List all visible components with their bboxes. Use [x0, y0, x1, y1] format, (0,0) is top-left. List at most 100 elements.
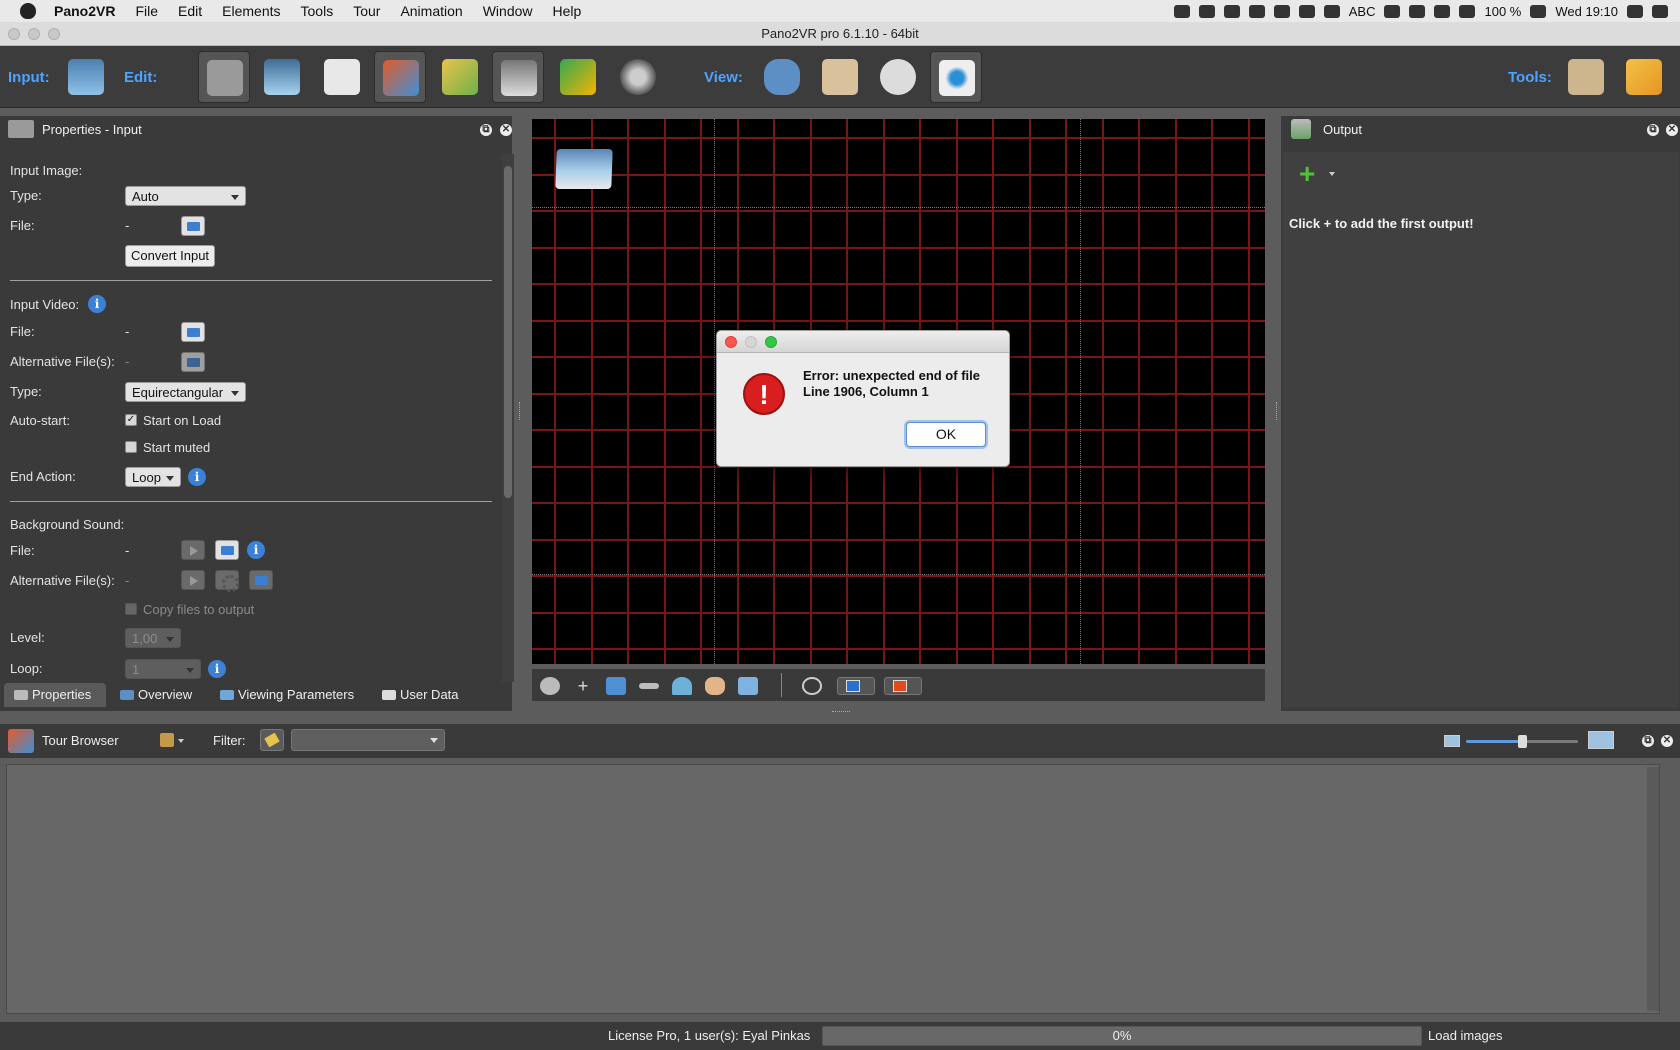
- compass-icon[interactable]: [540, 677, 560, 695]
- tab-overview[interactable]: Overview: [110, 683, 206, 707]
- video-file-browse-button[interactable]: [181, 322, 205, 342]
- sound-alt-settings-button[interactable]: [215, 570, 239, 592]
- filter-tag-button[interactable]: [260, 729, 284, 751]
- tour-browser-scrollbar[interactable]: [1647, 767, 1659, 1011]
- stamp-icon[interactable]: [160, 733, 174, 747]
- video-alt-files-browse-button[interactable]: [181, 352, 205, 372]
- lens-icon[interactable]: [672, 677, 692, 695]
- bottom-splitter-handle[interactable]: [832, 711, 850, 714]
- drag-panorama-icon[interactable]: [555, 149, 613, 189]
- window-close-button[interactable]: [8, 28, 20, 40]
- tour-browser-float-icon[interactable]: ⧉: [1642, 735, 1654, 747]
- menu-elements[interactable]: Elements: [212, 3, 290, 19]
- convert-input-button[interactable]: Convert Input: [125, 245, 216, 267]
- color-red-picker[interactable]: [884, 677, 922, 695]
- hand-icon[interactable]: [705, 677, 725, 695]
- ok-button[interactable]: OK: [906, 422, 986, 447]
- video-type-select[interactable]: Equirectangular: [125, 382, 246, 402]
- dialog-close-button[interactable]: [725, 336, 737, 348]
- battery-menu-icon[interactable]: [1434, 4, 1451, 18]
- animation-editor-button[interactable]: [612, 51, 664, 103]
- tab-properties[interactable]: Properties: [4, 683, 106, 707]
- stamp-dropdown-icon[interactable]: [178, 739, 184, 746]
- add-output-plus-icon[interactable]: +: [1299, 160, 1315, 188]
- object-tool-button[interactable]: [1618, 51, 1670, 103]
- sync-icon[interactable]: [1248, 4, 1265, 18]
- start-muted-checkbox[interactable]: [125, 441, 137, 453]
- copy-files-checkbox[interactable]: [125, 603, 137, 615]
- filter-combo[interactable]: [291, 729, 445, 751]
- sound-alt-browse-button[interactable]: [249, 570, 273, 590]
- end-action-select[interactable]: Loop: [125, 467, 181, 487]
- battery-icon[interactable]: [1530, 4, 1547, 18]
- tour-browser-close-icon[interactable]: ✕: [1661, 735, 1673, 747]
- thumbnail-size-slider[interactable]: [1466, 735, 1578, 748]
- wifi-icon[interactable]: [1459, 4, 1476, 18]
- add-output-dropdown-icon[interactable]: [1329, 172, 1335, 179]
- small-thumbnail-icon[interactable]: [1444, 735, 1460, 747]
- user-data-button[interactable]: [316, 51, 368, 103]
- scrollbar-thumb[interactable]: [504, 166, 512, 498]
- tour-browser-button[interactable]: [374, 51, 426, 103]
- menu-file[interactable]: File: [125, 3, 168, 19]
- input-file-browse-button[interactable]: [181, 216, 205, 236]
- loop-spinbox[interactable]: 1: [125, 659, 201, 679]
- animation-button[interactable]: [492, 51, 544, 103]
- left-splitter-handle[interactable]: [519, 402, 522, 420]
- camera-icon[interactable]: [1173, 4, 1190, 18]
- sound-file-browse-button[interactable]: [215, 540, 239, 560]
- download-icon[interactable]: [1273, 4, 1290, 18]
- keyboard-a-icon[interactable]: [1323, 4, 1340, 18]
- loop-info-icon[interactable]: i: [208, 660, 226, 678]
- viewer-button[interactable]: [930, 51, 982, 103]
- google-maps-button[interactable]: [552, 51, 604, 103]
- clipboard-button[interactable]: [814, 51, 866, 103]
- menu-tour[interactable]: Tour: [343, 3, 390, 19]
- tab-viewing-parameters[interactable]: Viewing Parameters: [210, 683, 368, 707]
- sound-alt-play-button[interactable]: [181, 570, 205, 590]
- menu-animation[interactable]: Animation: [390, 3, 472, 19]
- input-type-select[interactable]: Auto: [125, 186, 246, 206]
- menu-help[interactable]: Help: [543, 3, 592, 19]
- crosshair-plus-icon[interactable]: +: [573, 677, 593, 695]
- ruler-icon[interactable]: [639, 683, 659, 689]
- output-float-icon[interactable]: ⧉: [1647, 124, 1659, 136]
- color-blue-picker[interactable]: [837, 677, 875, 695]
- thumbnail-size-slider-knob[interactable]: [1518, 735, 1527, 748]
- spotlight-search-icon[interactable]: [1627, 4, 1643, 18]
- input-source-label[interactable]: ABC: [1349, 4, 1376, 19]
- menu-tools[interactable]: Tools: [291, 3, 344, 19]
- dialog-zoom-button[interactable]: [765, 336, 777, 348]
- preview-button[interactable]: [756, 51, 808, 103]
- target-icon[interactable]: [802, 677, 822, 695]
- panel-close-icon[interactable]: ✕: [500, 124, 512, 136]
- tab-user-data[interactable]: User Data: [372, 683, 472, 707]
- notification-center-icon[interactable]: [1652, 4, 1668, 18]
- clock[interactable]: Wed 19:10: [1555, 4, 1618, 19]
- volume-icon[interactable]: [1409, 4, 1426, 18]
- panel-float-icon[interactable]: ⧉: [480, 124, 492, 136]
- start-on-load-checkbox[interactable]: ✓: [125, 414, 137, 426]
- panorama-view-icon[interactable]: [738, 677, 758, 695]
- menu-window[interactable]: Window: [473, 3, 543, 19]
- input-video-info-icon[interactable]: i: [88, 295, 106, 313]
- bluetooth-icon[interactable]: [1384, 4, 1401, 18]
- apple-menu-icon[interactable]: [20, 3, 36, 19]
- sound-play-button[interactable]: [181, 540, 205, 560]
- creative-cloud-icon[interactable]: [1198, 4, 1215, 18]
- start-on-load-label[interactable]: Start on Load: [143, 413, 221, 428]
- level-spinbox[interactable]: 1,00: [125, 628, 181, 648]
- viewing-parameters-button[interactable]: [256, 51, 308, 103]
- dropbox-icon[interactable]: [1223, 4, 1240, 18]
- menu-edit[interactable]: Edit: [168, 3, 212, 19]
- tour-map-button[interactable]: [434, 51, 486, 103]
- battery-percent[interactable]: 100 %: [1484, 4, 1521, 19]
- tour-browser-area[interactable]: [6, 764, 1660, 1014]
- menu-app-name[interactable]: Pano2VR: [44, 3, 125, 19]
- dialog-title-bar[interactable]: [717, 331, 1009, 353]
- large-thumbnail-icon[interactable]: [1588, 731, 1614, 749]
- start-muted-label[interactable]: Start muted: [143, 440, 210, 455]
- sound-info-icon[interactable]: i: [247, 541, 265, 559]
- grid-icon[interactable]: [606, 677, 626, 695]
- window-zoom-button[interactable]: [48, 28, 60, 40]
